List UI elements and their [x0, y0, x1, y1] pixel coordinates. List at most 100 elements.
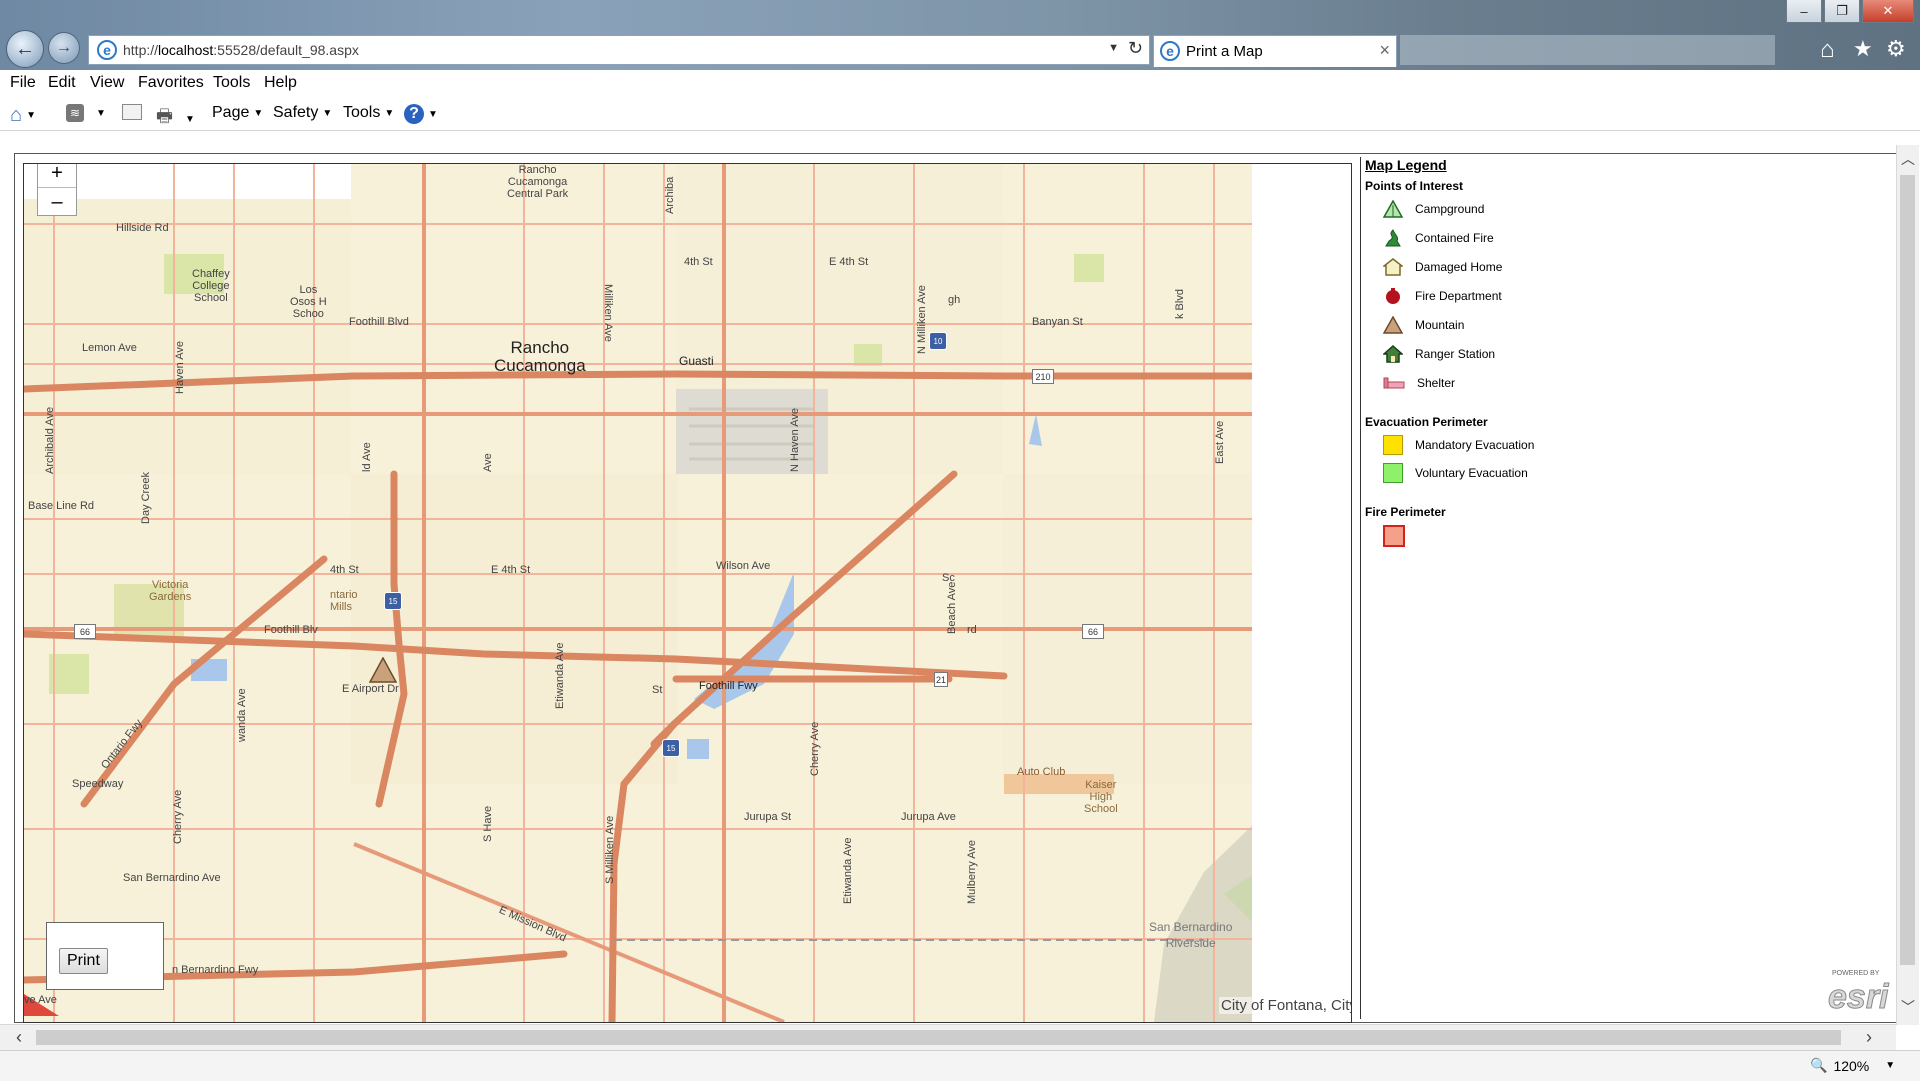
legend-item-damaged-home: Damaged Home [1383, 258, 1502, 276]
map-label: Kaiser High School [1084, 779, 1118, 815]
menu-file[interactable]: File [10, 74, 36, 92]
cmd-feeds-button[interactable]: ≋ ▼ [66, 104, 106, 122]
tab-print-a-map[interactable]: e Print a Map × [1153, 35, 1397, 67]
gear-icon[interactable]: ⚙ [1886, 36, 1906, 62]
map-label: Etiwanda Ave [842, 837, 854, 904]
zoom-out-button[interactable]: – [38, 188, 76, 216]
cmd-page-menu[interactable]: Page ▼ [212, 104, 263, 122]
map-label: N Haven Ave [789, 407, 801, 472]
home-icon[interactable]: ⌂ [1820, 36, 1835, 64]
map-label: ve Ave [24, 994, 57, 1006]
vertical-scrollbar[interactable]: ︿ ﹀ [1896, 145, 1919, 1025]
map-label: Cherry Ave [172, 789, 184, 844]
legend-title: Map Legend [1365, 157, 1447, 173]
map-label: n Bernardino Fwy [172, 964, 259, 976]
cmd-mail-button[interactable] [122, 104, 142, 120]
legend-label: Fire Department [1415, 289, 1502, 303]
scroll-up-icon[interactable]: ︿ [1901, 149, 1915, 169]
mail-icon [122, 104, 142, 120]
damaged-home-icon [1383, 258, 1403, 276]
close-window-button[interactable]: ✕ [1862, 0, 1914, 23]
zoom-level-control[interactable]: 🔍 120% ▼ [1810, 1057, 1895, 1074]
map-label: Cherry Ave [809, 721, 821, 776]
map-label: gh [948, 294, 961, 306]
legend-heading-evacuation: Evacuation Perimeter [1365, 415, 1488, 429]
map-label: Foothill Fwy [699, 680, 758, 692]
legend-item-shelter: Shelter [1383, 374, 1455, 392]
legend-label: Voluntary Evacuation [1415, 466, 1528, 480]
cmd-safety-menu[interactable]: Safety ▼ [273, 104, 332, 122]
map-label: Guasti [679, 354, 714, 368]
map-label: Speedway [72, 778, 124, 790]
maximize-button[interactable]: ❐ [1824, 0, 1860, 23]
minimize-button[interactable]: – [1786, 0, 1822, 23]
new-tab-area[interactable] [1400, 35, 1775, 65]
back-arrow-icon: ← [15, 37, 35, 60]
mountain-marker-icon[interactable] [369, 657, 397, 683]
map-attribution: City of Fontana, City of Rancho Cucamong… [1219, 997, 1351, 1014]
chevron-down-icon: ▼ [322, 107, 333, 119]
address-dropdown-icon[interactable]: ▼ [1108, 42, 1119, 54]
map-label: Archibald Ave [44, 406, 56, 474]
map-label: 4th St [330, 564, 359, 576]
tab-close-icon[interactable]: × [1379, 40, 1390, 61]
legend-heading-fire-perimeter: Fire Perimeter [1365, 505, 1446, 519]
chevron-down-icon: ▼ [428, 108, 438, 120]
legend-label: Mountain [1415, 318, 1465, 332]
command-bar: ⌂ ▼ ≋ ▼ 🖶 ▼ Page ▼ Safety ▼ Tools ▼ ? ▼ [0, 96, 1920, 131]
campground-icon [1383, 200, 1403, 218]
legend-heading-points: Points of Interest [1365, 179, 1464, 193]
route-shield-icon: 66 [1082, 624, 1104, 639]
map-label: Base Line Rd [28, 500, 95, 512]
map-label: N Milliken Ave [916, 285, 928, 354]
back-button[interactable]: ← [6, 30, 44, 68]
printer-icon: 🖶 [156, 106, 173, 126]
status-bar: 🔍 120% ▼ [0, 1050, 1920, 1081]
map-label: East Ave [1214, 420, 1226, 464]
map-label: 4th St [684, 256, 713, 268]
map-label: Haven Ave [174, 340, 186, 394]
menu-view[interactable]: View [90, 74, 124, 92]
cmd-print-button[interactable]: 🖶 ▼ [156, 104, 195, 134]
address-bar[interactable]: e http://localhost:55528/default_98.aspx… [88, 35, 1150, 65]
map-view[interactable]: + – Rancho Cucamonga Central Park Hillsi… [23, 163, 1352, 1023]
menu-bar: File Edit View Favorites Tools Help [0, 70, 1920, 96]
legend-item-mandatory-evacuation: Mandatory Evacuation [1383, 435, 1534, 455]
cmd-help-button[interactable]: ? ▼ [404, 104, 438, 124]
horizontal-scroll-thumb[interactable] [36, 1030, 1841, 1045]
vertical-scroll-thumb[interactable] [1900, 175, 1915, 965]
scroll-right-icon[interactable]: › [1866, 1027, 1872, 1048]
refresh-icon[interactable]: ↻ [1128, 38, 1143, 59]
map-label: San Bernardino Riverside [1149, 920, 1233, 950]
scroll-left-icon[interactable]: ‹ [16, 1027, 22, 1048]
chevron-down-icon: ▼ [185, 113, 195, 125]
legend-panel: Map Legend Points of Interest Campground… [1360, 157, 1897, 1019]
scroll-down-icon[interactable]: ﹀ [1901, 997, 1915, 1017]
map-label: ntario Mills [330, 589, 358, 613]
ie-tab-icon: e [1160, 41, 1180, 61]
menu-edit[interactable]: Edit [48, 74, 76, 92]
ranger-station-icon [1383, 345, 1403, 363]
voluntary-evacuation-swatch [1383, 463, 1403, 483]
favorites-star-icon[interactable]: ★ [1853, 36, 1873, 62]
cmd-tools-menu[interactable]: Tools ▼ [343, 104, 394, 122]
cmd-home-button[interactable]: ⌂ ▼ [10, 104, 36, 127]
menu-tools[interactable]: Tools [213, 74, 250, 92]
chevron-down-icon: ▼ [96, 107, 106, 119]
map-label: Ave [482, 453, 494, 472]
zoom-control: + – [37, 164, 77, 216]
forward-button[interactable]: → [48, 32, 80, 64]
route-shield-icon: 21 [934, 672, 948, 687]
horizontal-scrollbar[interactable]: ‹ › [0, 1024, 1896, 1051]
map-label: Wilson Ave [716, 560, 771, 572]
zoom-in-button[interactable]: + [38, 164, 76, 188]
magnifier-icon: 🔍 [1810, 1057, 1828, 1073]
fire-perimeter-swatch [1383, 525, 1405, 547]
menu-favorites[interactable]: Favorites [138, 74, 204, 92]
print-button[interactable]: Print [59, 948, 108, 974]
print-widget: Print [46, 922, 164, 990]
map-label: St [652, 684, 663, 696]
map-label: Day Creek [140, 472, 152, 524]
menu-help[interactable]: Help [264, 74, 297, 92]
address-url[interactable]: http://localhost:55528/default_98.aspx [123, 42, 359, 58]
